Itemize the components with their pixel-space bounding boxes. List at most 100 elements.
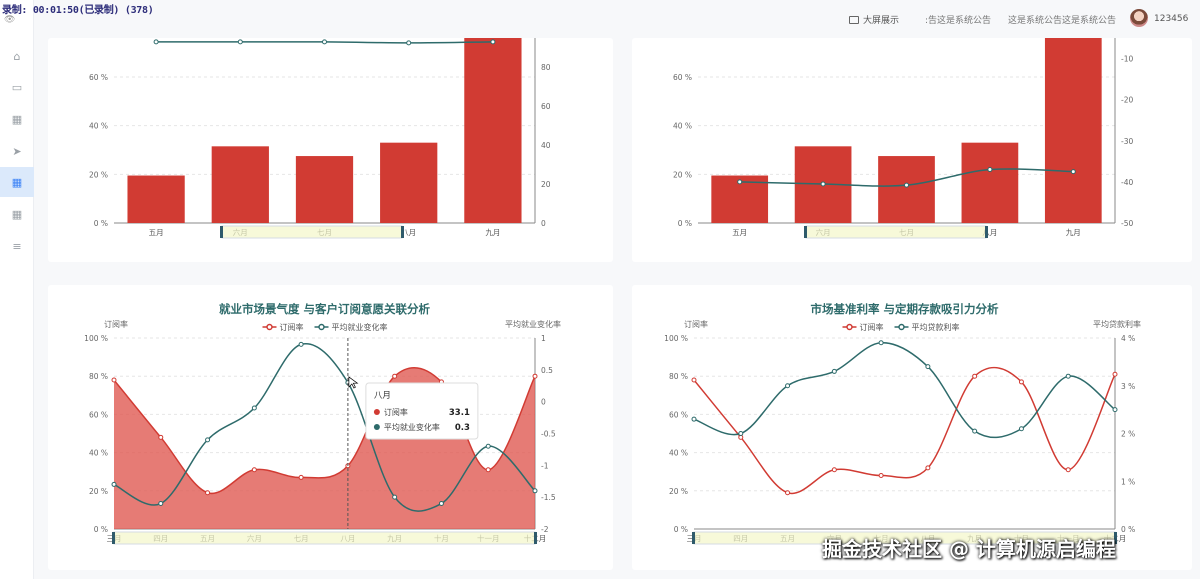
data-point [298,341,304,347]
y-tick-right: -1 [541,461,549,470]
sidebar-item-list[interactable]: ≡ [0,231,34,261]
tooltip-label: 订阅率 [384,407,408,417]
y-tick-left: 20 % [673,170,692,179]
apps-icon: ▦ [11,207,23,221]
sidebar-item-window[interactable]: ▭ [0,72,34,102]
data-point [972,373,978,379]
datazoom-handle-left[interactable] [112,532,115,544]
data-point [158,434,164,440]
sidebar-item-home[interactable]: ⌂ [0,41,34,71]
y-tick-left: 60 % [89,73,108,82]
data-point [1070,169,1076,175]
chart-1: 0 %20 %40 %60 %020406080五月六月七月八月九月 [89,38,551,239]
data-point [532,488,538,494]
x-tick: 九月 [485,228,500,237]
sidebar-item-send[interactable]: ➤ [0,136,34,166]
data-point [251,405,257,411]
data-point [1018,426,1024,432]
series-line [693,342,1116,439]
y-tick-right: 3 % [1121,382,1135,391]
window-icon: ▭ [11,80,23,94]
y-tick-left: 60 % [673,73,692,82]
username[interactable]: 123456 [1154,14,1188,24]
data-point [785,490,791,496]
bar [878,156,935,223]
data-point [406,40,412,46]
chart-card-3: 就业市场景气度 与客户订阅意愿关联分析 订阅率 平均就业变化率 订阅率 平均就业变化率 0… [48,285,613,570]
data-point [1112,371,1118,377]
y-tick-left: 0 % [94,219,108,228]
data-point [1065,467,1071,473]
datazoom-handle-right[interactable] [985,226,988,238]
bar [961,142,1019,223]
chart-card-2: 0 %20 %40 %60 %-50-40-30-20-10五月六月七月八月九月 [632,38,1192,262]
y-tick-left: 40 % [89,449,108,458]
bar [464,38,522,223]
tooltip-value: 33.1 [449,408,470,418]
x-tick: 五月 [732,228,747,237]
y-tick-right: 0 [541,219,546,228]
datazoom-handle-left[interactable] [692,532,695,544]
home-icon: ⌂ [13,49,21,63]
y-tick-left: 80 % [89,372,108,381]
recorder-status: 录制: 00:01:50(已录制) (378) [2,5,154,16]
data-point [737,179,743,185]
y-tick-right: -1.5 [541,493,556,502]
chart-card-4: 市场基准利率 与定期存款吸引力分析 订阅率 平均贷款利率 订阅率 平均贷款利率 0 % 20… [632,285,1192,570]
data-point [392,494,398,500]
monitor-icon [849,15,859,24]
y-tick-left: 80 % [669,372,688,381]
data-point [738,431,744,436]
datazoom-handle-left[interactable] [220,226,223,238]
data-point [987,167,993,173]
grid-icon: ▦ [11,112,23,126]
chart-title: 就业市场景气度 与客户订阅意愿关联分析 [219,302,431,316]
sidebar: ⌂ ▭ ▦ ➤ ▦ ▦ ≡ [0,0,34,579]
sidebar-item-grid[interactable]: ▦ [0,104,34,134]
legend-item: 平均贷款利率 [912,322,960,332]
sidebar-item-table[interactable]: ▦ [0,167,34,197]
legend-item: 订阅率 [280,322,304,332]
tooltip-label: 平均就业变化率 [384,422,440,432]
bar [295,156,354,223]
y-tick-right: 0.5 [541,366,553,375]
fullscreen-label: 大屏展示 [863,16,900,26]
y-tick-right: 60 [541,102,551,111]
legend-marker [318,323,325,331]
y-tick-left: 100 % [84,334,108,343]
eye-icon: 👁 [4,15,16,25]
y-tick-right: 80 [541,63,551,72]
y-tick-right: 0 % [1121,525,1135,534]
legend-item: 平均就业变化率 [332,322,388,332]
y-tick-left: 20 % [669,487,688,496]
legend-item: 订阅率 [860,322,884,332]
data-point [831,467,837,473]
sidebar-item-apps[interactable]: ▦ [0,199,34,229]
y-axis-right-label: 平均就业变化率 [505,319,561,329]
chart-title: 市场基准利率 与定期存款吸引力分析 [810,302,999,316]
avatar[interactable] [1130,9,1148,27]
data-point [237,39,243,45]
datazoom-handle-left[interactable] [804,226,807,238]
y-tick-left: 40 % [669,449,688,458]
y-tick-right: -2 [541,525,549,534]
legend-marker [898,323,905,331]
y-tick-right: 4 % [1121,334,1135,343]
y-axis-left-label: 订阅率 [684,319,708,329]
tooltip-marker [373,409,380,415]
datazoom-handle-right[interactable] [401,226,404,238]
data-point [158,501,164,507]
fullscreen-button[interactable]: 大屏展示 [849,13,899,26]
y-tick-right: 40 [541,141,551,150]
datazoom-handle-right[interactable] [534,532,537,544]
series-line [693,366,1116,495]
data-point [111,377,117,383]
data-point [205,437,211,443]
data-point [438,501,444,507]
send-icon: ➤ [12,144,22,158]
y-tick-right: 20 [541,180,551,189]
list-icon: ≡ [12,239,22,253]
data-point [691,377,697,383]
table-icon: ▦ [11,175,23,189]
data-point [878,340,884,346]
